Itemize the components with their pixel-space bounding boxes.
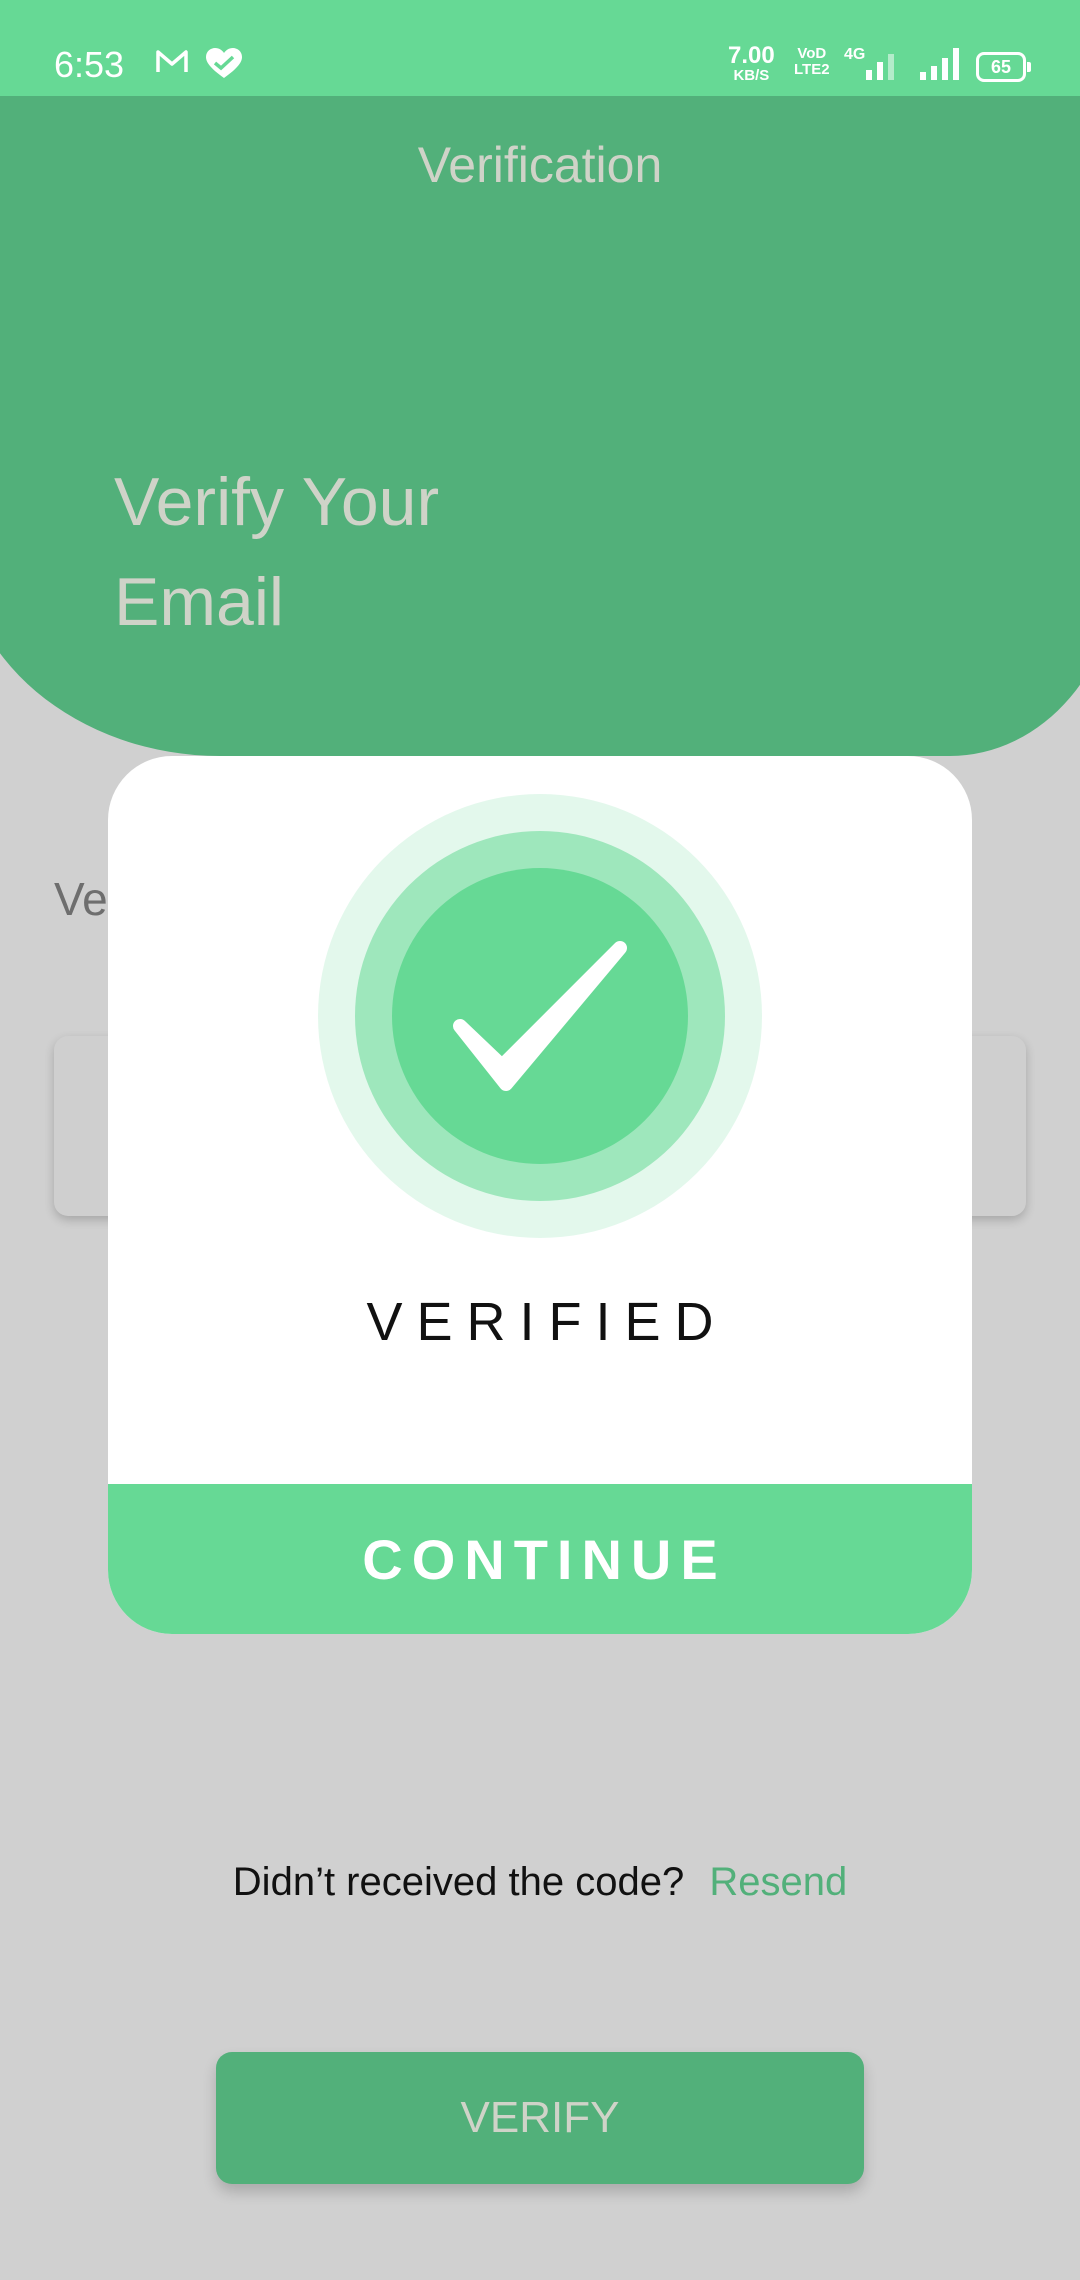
hero-title-line2: Email (114, 564, 285, 640)
battery-icon: 65 (976, 52, 1031, 82)
status-bar: 6:53 7.00 KB/S VoD LTE2 4G 65 (0, 0, 1080, 96)
volte-top: VoD (797, 45, 827, 62)
resend-row: Didn’t received the code? Resend (0, 1860, 1080, 1905)
hero-title-line1: Verify Your (114, 464, 440, 540)
continue-button[interactable]: CONTINUE (108, 1484, 972, 1634)
volte-bottom: LTE2 (794, 60, 830, 78)
gmail-icon (156, 48, 188, 82)
signal-bars-sim2-icon (920, 46, 959, 80)
checkmark-icon (318, 794, 762, 1238)
verify-button[interactable]: VERIFY (216, 2052, 864, 2184)
hero-title: Verify Your Email (114, 452, 714, 652)
verified-dialog: VERIFIED CONTINUE (108, 756, 972, 1634)
network-speed-value: 7.00 (728, 42, 775, 69)
health-heart-icon (206, 48, 242, 88)
page-title: Verification (417, 137, 663, 193)
resend-link[interactable]: Resend (709, 1860, 847, 1904)
verified-label: VERIFIED (366, 1292, 728, 1352)
instruction-label: Ve (54, 873, 108, 925)
volte-indicator: VoD LTE2 (794, 46, 830, 78)
signal-bars-sim1-icon (866, 46, 894, 80)
network-speed: 7.00 KB/S (728, 42, 775, 84)
status-time: 6:53 (54, 44, 125, 85)
header-background (0, 96, 1080, 756)
network-type: 4G (844, 46, 866, 63)
network-speed-unit: KB/S (733, 67, 770, 84)
resend-prompt: Didn’t received the code? (232, 1860, 685, 1904)
